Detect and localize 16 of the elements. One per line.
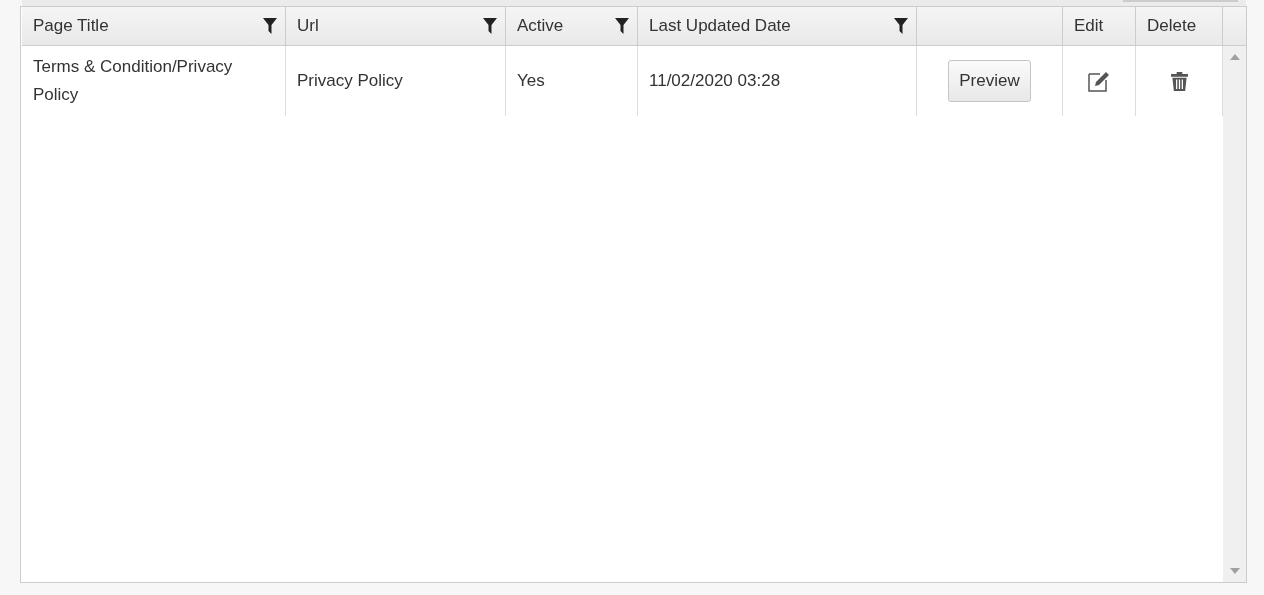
column-header[interactable]: Page Title	[22, 7, 286, 45]
table-cell-text: Terms & Condition/Privacy Policy	[33, 56, 234, 106]
edit-icon[interactable]	[1088, 70, 1110, 92]
filter-icon[interactable]	[615, 18, 629, 34]
column-header[interactable]: Active	[506, 7, 638, 45]
table-cell-text: Privacy Policy	[297, 70, 403, 92]
filter-icon[interactable]	[483, 18, 497, 34]
column-header[interactable]: Edit	[1063, 7, 1136, 45]
preview-button[interactable]: Preview	[948, 60, 1031, 102]
table-cell-text: 11/02/2020 03:28	[649, 70, 781, 92]
column-header[interactable]: Last Updated Date	[638, 7, 917, 45]
filter-icon[interactable]	[894, 18, 908, 34]
table-cell-text: Yes	[517, 70, 545, 92]
column-header[interactable]: Url	[286, 7, 506, 45]
filter-icon[interactable]	[263, 18, 277, 34]
trash-icon[interactable]	[1170, 71, 1188, 91]
